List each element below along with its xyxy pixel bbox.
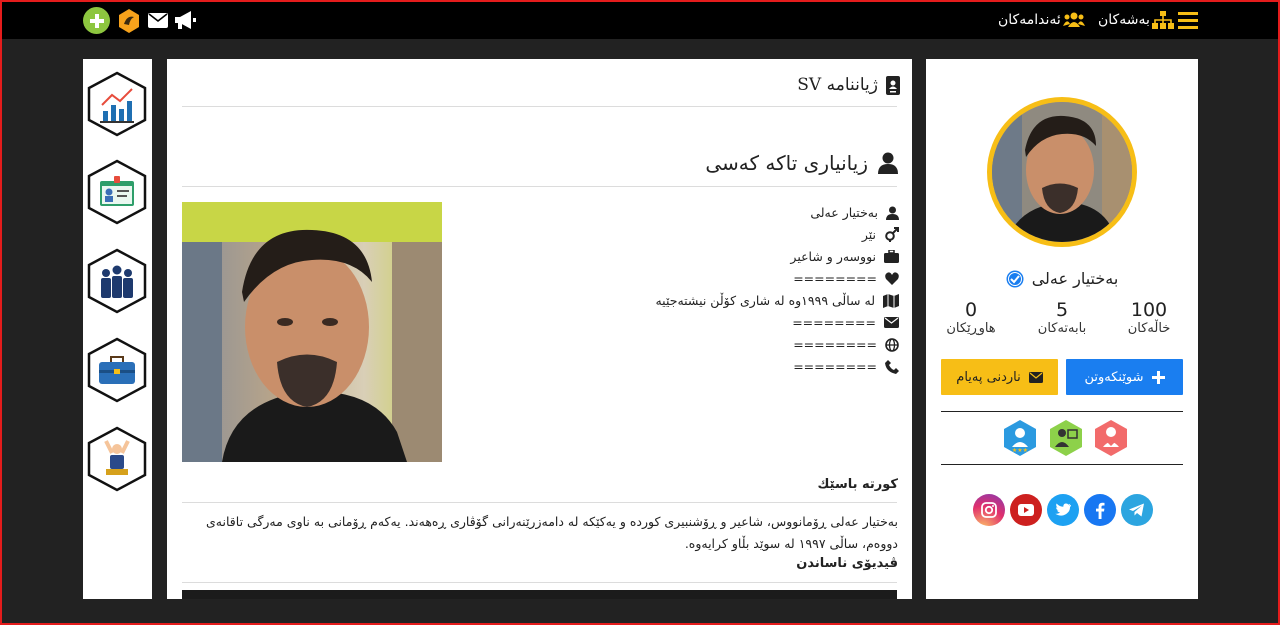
send-message-label: ناردنی پەیام [956, 369, 1021, 385]
telegram-icon[interactable] [1121, 494, 1153, 526]
profile-name-row: بەختیار عەلی [926, 269, 1198, 288]
stat-points-value: 100 [1130, 299, 1168, 321]
gender-icon [885, 227, 899, 242]
stat-friends-label: هاوڕێکان [946, 321, 996, 336]
info-website: ======== [793, 337, 877, 352]
nav-sections-label[interactable]: بەشەکان [1098, 12, 1150, 28]
top-navbar: ئەندامەکان بەشەکان [2, 2, 1278, 39]
teacher-badge-icon[interactable] [1048, 419, 1084, 457]
page-title-row: ژیاننامە SV [797, 75, 900, 95]
info-residence: لە ساڵی ١٩٩٩وە لە شاری کۆڵن نیشتەجێیە [655, 293, 875, 308]
main-content: ژیاننامە SV زیانیاری تاکە کەسی بەختیار ع… [167, 59, 912, 599]
info-relationship: ======== [793, 271, 877, 286]
divider [182, 502, 897, 503]
bio-text: بەختیار عەلی ڕۆمانووس، شاعیر و ڕۆشنبیری … [206, 514, 898, 551]
info-relationship-row: ======== [793, 271, 899, 286]
intro-video[interactable] [182, 590, 897, 599]
divider [182, 106, 897, 107]
stat-topics: 5 بابەتەکان [1027, 299, 1097, 336]
id-card-icon[interactable] [86, 159, 148, 225]
rated-user-badge-icon[interactable]: ★★★ [1002, 419, 1038, 457]
favorite-user-badge-icon[interactable] [1093, 419, 1129, 457]
envelope-icon[interactable] [148, 12, 168, 28]
map-icon [883, 293, 899, 308]
profile-card: بەختیار عەلی 100 خاڵەکان 5 بابەتەکان 0 ه… [926, 59, 1198, 599]
twitter-icon[interactable] [1047, 494, 1079, 526]
info-name: بەختیار عەلی [810, 205, 878, 220]
stat-friends-value: 0 [964, 299, 978, 321]
nav-members-label[interactable]: ئەندامەکان [998, 12, 1061, 28]
briefcase-icon[interactable] [86, 337, 148, 403]
add-icon[interactable] [83, 7, 110, 34]
winner-icon[interactable] [86, 426, 148, 492]
follow-button-label: شوێنکەوتن [1084, 369, 1144, 385]
team-icon[interactable] [86, 248, 148, 314]
info-job: نووسەر و شاعیر [790, 249, 876, 264]
divider [941, 464, 1183, 465]
users-icon[interactable] [1063, 12, 1085, 28]
user-icon [878, 152, 898, 174]
instagram-icon[interactable] [973, 494, 1005, 526]
plus-icon [1151, 370, 1165, 384]
chart-icon[interactable] [86, 71, 148, 137]
follow-button[interactable]: شوێنکەوتن [1066, 359, 1183, 395]
info-email-row: ======== [792, 315, 899, 330]
envelope-icon [884, 317, 899, 328]
youtube-icon[interactable] [1010, 494, 1042, 526]
divider [182, 582, 897, 583]
phone-icon [885, 359, 899, 374]
verified-icon [1006, 270, 1024, 287]
medal-icon[interactable] [117, 8, 141, 34]
divider [941, 411, 1183, 412]
profile-name: بەختیار عەلی [1031, 269, 1119, 288]
stat-points-label: خاڵەکان [1127, 321, 1171, 336]
left-hex-menu [83, 59, 152, 599]
stat-friends: 0 هاوڕێکان [936, 299, 1006, 336]
info-phone: ======== [793, 359, 877, 374]
facebook-icon[interactable] [1084, 494, 1116, 526]
info-job-row: نووسەر و شاعیر [790, 249, 899, 264]
info-gender-row: نێر [862, 227, 899, 242]
info-website-row: ======== [793, 337, 899, 352]
info-phone-row: ======== [793, 359, 899, 374]
video-title: ڤیدیۆی ناساندن [796, 556, 898, 571]
envelope-icon [1028, 371, 1043, 383]
info-name-row: بەختیار عەلی [810, 205, 899, 220]
info-gender: نێر [861, 227, 876, 242]
stat-topics-label: بابەتەکان [1037, 321, 1087, 336]
sitemap-icon[interactable] [1152, 11, 1174, 29]
menu-icon[interactable] [1178, 11, 1198, 29]
stat-points: 100 خاڵەکان [1114, 299, 1184, 336]
stat-topics-value: 5 [1055, 299, 1069, 321]
info-email: ======== [792, 315, 876, 330]
profile-photo [182, 202, 442, 462]
heart-icon [885, 272, 899, 285]
section-title: زیانیاری تاکە کەسی [705, 151, 868, 175]
svg-text:★★★: ★★★ [1012, 447, 1028, 454]
send-message-button[interactable]: ناردنی پەیام [941, 359, 1058, 395]
user-icon [886, 206, 899, 220]
megaphone-icon[interactable] [173, 9, 197, 31]
divider [182, 186, 897, 187]
globe-icon [885, 337, 899, 352]
briefcase-icon [884, 250, 899, 263]
section-title-row: زیانیاری تاکە کەسی [705, 151, 898, 175]
info-residence-row: لە ساڵی ١٩٩٩وە لە شاری کۆڵن نیشتەجێیە [655, 293, 899, 308]
page-title: ژیاننامە SV [797, 75, 878, 95]
address-card-icon [886, 75, 900, 95]
bio-title: کورتە باسێك [817, 477, 898, 492]
avatar[interactable] [987, 97, 1137, 247]
